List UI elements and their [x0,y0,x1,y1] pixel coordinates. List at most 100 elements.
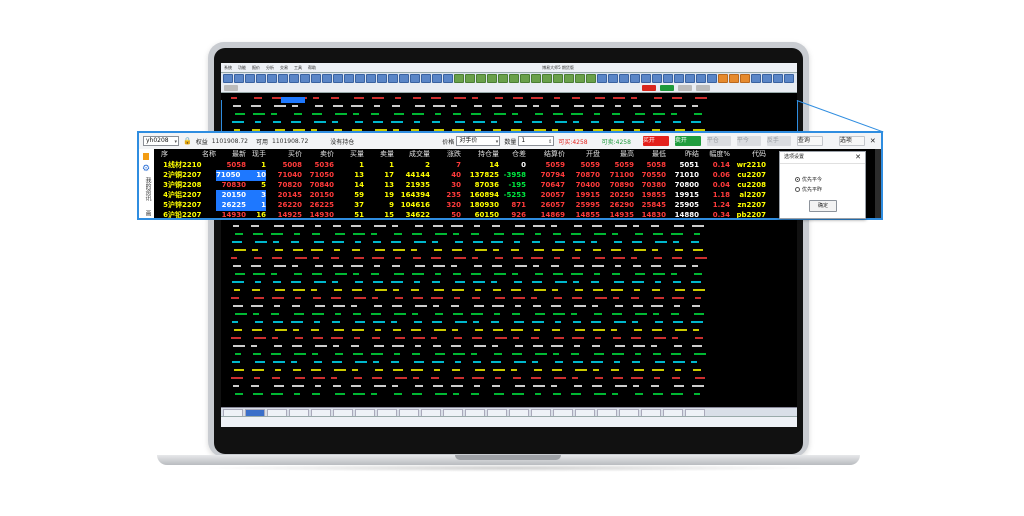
price-type-select[interactable]: 对手价 ▾ [456,136,501,146]
column-header[interactable]: 成交量 [396,149,430,160]
toolbar-icon[interactable] [619,73,629,83]
query-button[interactable]: 查询 [796,136,823,146]
column-header[interactable]: 最新 [216,149,246,160]
toolbar-icon[interactable] [652,73,662,83]
toolbar-icon[interactable] [630,73,640,83]
toolbar-icon[interactable] [542,73,552,83]
sidebar-tab-news[interactable]: 我的资讯 [143,177,152,201]
account-dropdown[interactable]: yh0208 ▾ [143,136,179,146]
toolbar-icon[interactable] [740,73,750,83]
lock-icon[interactable]: 🔒 [183,137,192,145]
toolbar-icon[interactable] [300,73,310,83]
toolbar-icon[interactable] [355,73,365,83]
toolbar-icon[interactable] [674,73,684,83]
toolbar-icon[interactable] [421,73,431,83]
toolbar-icon[interactable] [487,73,497,83]
query-mini-button[interactable] [696,84,710,91]
toolbar-icon[interactable] [245,73,255,83]
column-header[interactable]: 涨跌 [431,149,461,160]
close-today-button[interactable]: 平今 [736,136,761,146]
toolbar-icon[interactable] [399,73,409,83]
toolbar-icon[interactable] [773,73,783,83]
column-header[interactable]: 买量 [336,149,364,160]
toolbar-icon[interactable] [575,73,585,83]
sell-open-mini-button[interactable] [660,84,674,91]
close-position-button[interactable]: 平仓 [706,136,731,146]
column-header[interactable]: 结算价 [527,149,565,160]
menu-item[interactable]: 功能 [238,65,246,71]
menu-item[interactable]: 系统 [224,65,232,71]
toolbar-icon[interactable] [663,73,673,83]
radio-close-yesterday[interactable]: 优先平昨 [795,184,865,194]
ok-button[interactable]: 确定 [809,200,837,212]
account-select[interactable] [224,84,238,91]
close-mini-button[interactable] [678,84,692,91]
flag-icon[interactable] [143,153,149,160]
toolbar-icon[interactable] [696,73,706,83]
toolbar-icon[interactable] [311,73,321,83]
toolbar-icon[interactable] [520,73,530,83]
toolbar-icon[interactable] [267,73,277,83]
gear-icon[interactable]: ⚙ [142,165,151,174]
toolbar-icon[interactable] [432,73,442,83]
column-header[interactable]: 序 [154,149,168,160]
column-header[interactable]: 买价 [268,149,302,160]
toolbar-icon[interactable] [564,73,574,83]
buy-open-mini-button[interactable] [642,84,656,91]
column-header[interactable]: 最低 [635,149,666,160]
toolbar-icon[interactable] [234,73,244,83]
column-header[interactable]: 最高 [601,149,634,160]
toolbar-icon[interactable] [410,73,420,83]
toolbar-icon[interactable] [498,73,508,83]
toolbar-icon[interactable] [289,73,299,83]
column-header[interactable]: 代码 [732,149,766,160]
column-header[interactable]: 昨结 [667,149,699,160]
menu-item[interactable]: 帮助 [308,65,316,71]
column-header[interactable]: 名称 [168,149,216,160]
toolbar-icon[interactable] [531,73,541,83]
sidebar-tab-draw[interactable]: 画 [143,210,152,216]
toolbar-icon[interactable] [553,73,563,83]
toolbar-icon[interactable] [278,73,288,83]
menu-item[interactable]: 工具 [294,65,302,71]
toolbar-icon[interactable] [377,73,387,83]
column-header[interactable]: 卖价 [304,149,334,160]
toolbar-icon[interactable] [685,73,695,83]
toolbar-icon[interactable] [641,73,651,83]
toolbar-icon[interactable] [322,73,332,83]
toolbar-icon[interactable] [762,73,772,83]
toolbar-icon[interactable] [751,73,761,83]
menu-item[interactable]: 分析 [266,65,274,71]
toolbar-icon[interactable] [707,73,717,83]
column-header[interactable]: 现手 [246,149,266,160]
toolbar-icon[interactable] [333,73,343,83]
toolbar-icon[interactable] [256,73,266,83]
column-header[interactable]: 幅度% [700,149,730,160]
menu-item[interactable]: 交易 [280,65,288,71]
table-row[interactable]: 6 沪铅2207 14930 16 14925 14930 51 15 34622 50 60150… [154,210,881,218]
close-icon[interactable]: ✕ [870,137,876,145]
quantity-stepper[interactable]: 1 ⇕ [518,136,555,146]
options-button[interactable]: 选项 [838,136,865,146]
toolbar-icon[interactable] [366,73,376,83]
toolbar-icon[interactable] [454,73,464,83]
sell-open-button[interactable]: 卖开 [674,136,701,146]
toolbar-icon[interactable] [608,73,618,83]
toolbar-icon[interactable] [443,73,453,83]
toolbar-icon[interactable] [784,73,794,83]
column-header[interactable]: 仓差 [500,149,526,160]
toolbar-icon[interactable] [476,73,486,83]
reverse-button[interactable]: 反手 [766,136,791,146]
toolbar-icon[interactable] [465,73,475,83]
toolbar-icon[interactable] [223,73,233,83]
toolbar-icon[interactable] [597,73,607,83]
close-icon[interactable]: ✕ [855,152,861,163]
toolbar-icon[interactable] [586,73,596,83]
toolbar-icon[interactable] [729,73,739,83]
column-header[interactable]: 持仓量 [463,149,499,160]
column-header[interactable]: 卖量 [366,149,394,160]
buy-open-button[interactable]: 买开 [642,136,669,146]
toolbar-icon[interactable] [509,73,519,83]
toolbar-icon[interactable] [718,73,728,83]
toolbar-icon[interactable] [344,73,354,83]
